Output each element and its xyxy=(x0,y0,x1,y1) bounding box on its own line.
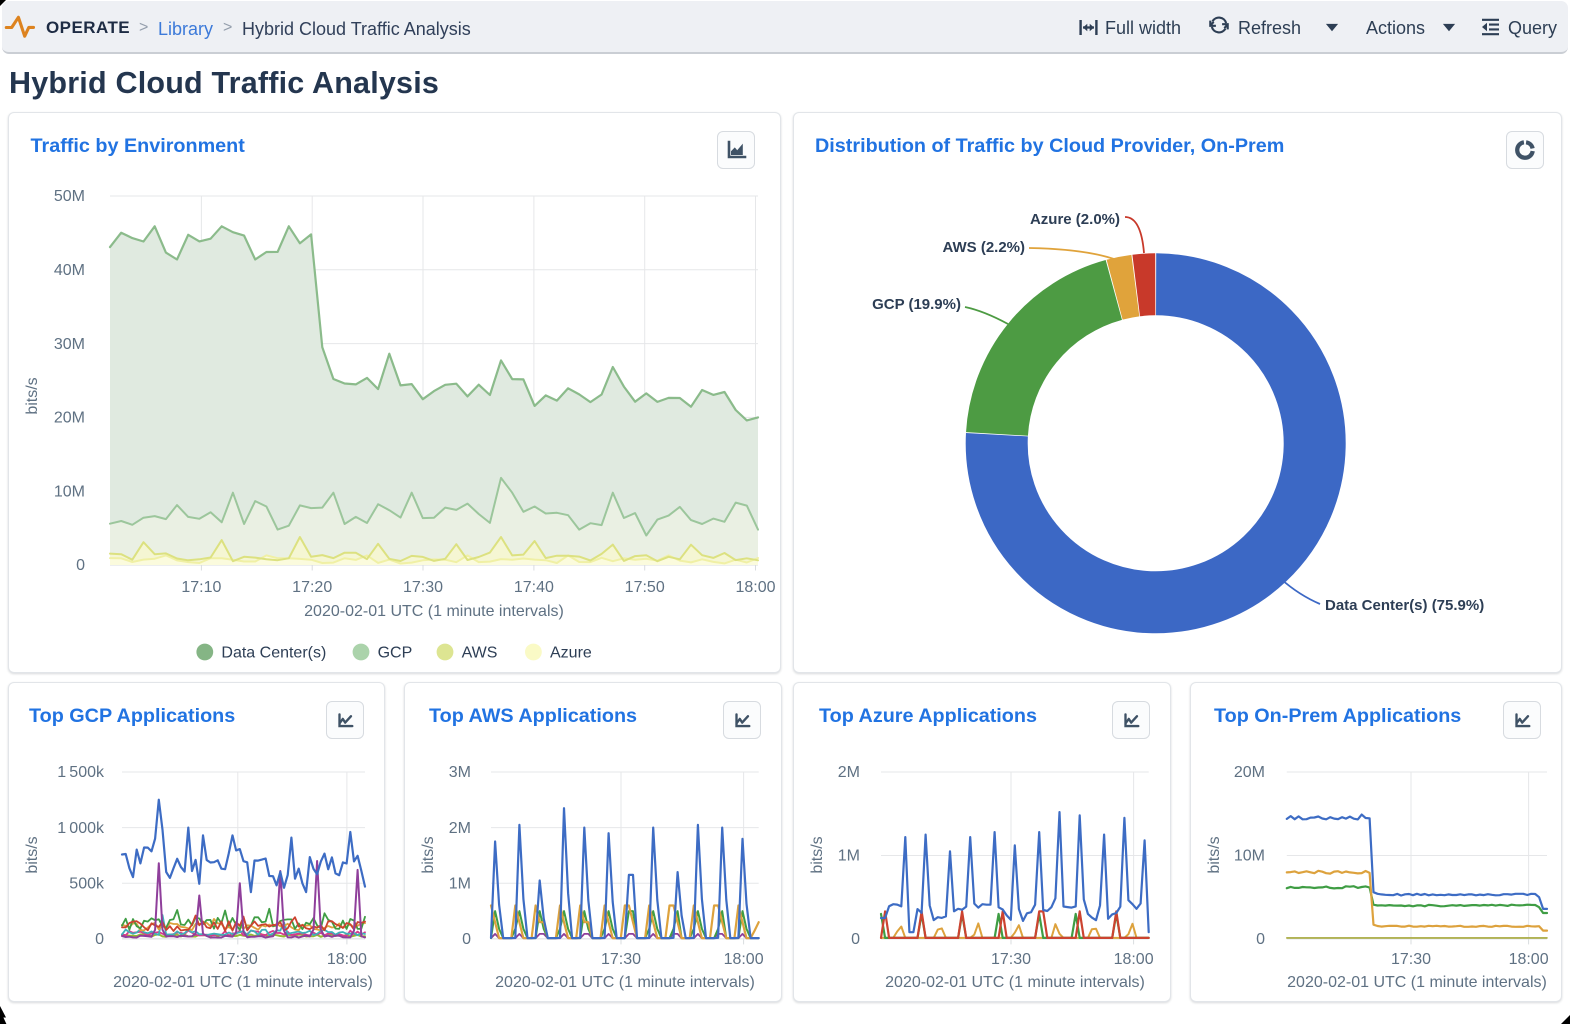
svg-text:1 000k: 1 000k xyxy=(57,820,105,837)
svg-text:30M: 30M xyxy=(54,336,85,353)
svg-text:20M: 20M xyxy=(1234,764,1265,781)
svg-text:17:30: 17:30 xyxy=(1391,951,1431,968)
svg-text:10M: 10M xyxy=(1234,848,1265,865)
svg-text:20M: 20M xyxy=(54,410,85,427)
svg-text:bits/s: bits/s xyxy=(1206,836,1223,873)
svg-text:17:30: 17:30 xyxy=(991,951,1031,968)
svg-text:2020-02-01 UTC (1 minute inter: 2020-02-01 UTC (1 minute intervals) xyxy=(1287,974,1547,991)
svg-text:2M: 2M xyxy=(449,820,471,837)
svg-text:18:00: 18:00 xyxy=(327,951,367,968)
svg-text:1M: 1M xyxy=(838,848,860,865)
svg-text:17:30: 17:30 xyxy=(403,579,443,596)
svg-text:0: 0 xyxy=(76,557,85,574)
svg-text:17:10: 17:10 xyxy=(181,579,221,596)
svg-text:0: 0 xyxy=(1256,931,1265,948)
svg-text:3M: 3M xyxy=(449,764,471,781)
svg-text:18:00: 18:00 xyxy=(1509,951,1549,968)
svg-text:2020-02-01 UTC (1 minute inter: 2020-02-01 UTC (1 minute intervals) xyxy=(495,974,755,991)
svg-text:50M: 50M xyxy=(54,188,85,205)
svg-text:Azure (2.0%): Azure (2.0%) xyxy=(1030,211,1120,228)
svg-text:Data Center(s) (75.9%): Data Center(s) (75.9%) xyxy=(1325,597,1484,614)
svg-text:2020-02-01 UTC (1 minute inter: 2020-02-01 UTC (1 minute intervals) xyxy=(304,603,564,620)
svg-text:17:20: 17:20 xyxy=(292,579,332,596)
svg-text:18:00: 18:00 xyxy=(735,579,775,596)
svg-text:500k: 500k xyxy=(69,876,105,893)
svg-text:2M: 2M xyxy=(838,764,860,781)
svg-text:17:30: 17:30 xyxy=(218,951,258,968)
svg-text:18:00: 18:00 xyxy=(724,951,764,968)
svg-text:0: 0 xyxy=(462,931,471,948)
svg-text:18:00: 18:00 xyxy=(1114,951,1154,968)
svg-text:40M: 40M xyxy=(54,262,85,279)
svg-text:1 500k: 1 500k xyxy=(57,764,105,781)
svg-text:17:50: 17:50 xyxy=(625,579,665,596)
svg-text:17:30: 17:30 xyxy=(601,951,641,968)
svg-text:2020-02-01 UTC (1 minute inter: 2020-02-01 UTC (1 minute intervals) xyxy=(113,974,373,991)
svg-text:bits/s: bits/s xyxy=(420,836,437,873)
svg-text:10M: 10M xyxy=(54,483,85,500)
svg-text:bits/s: bits/s xyxy=(809,836,826,873)
svg-text:17:40: 17:40 xyxy=(514,579,554,596)
svg-text:2020-02-01 UTC (1 minute inter: 2020-02-01 UTC (1 minute intervals) xyxy=(885,974,1145,991)
svg-text:AWS (2.2%): AWS (2.2%) xyxy=(942,239,1025,256)
svg-text:Azure: Azure xyxy=(550,645,592,662)
svg-text:bits/s: bits/s xyxy=(24,377,41,414)
svg-text:0: 0 xyxy=(95,931,104,948)
svg-text:Data Center(s): Data Center(s) xyxy=(221,645,326,662)
svg-text:bits/s: bits/s xyxy=(24,836,41,873)
svg-text:GCP: GCP xyxy=(378,645,413,662)
svg-text:GCP (19.9%): GCP (19.9%) xyxy=(872,296,961,313)
svg-text:AWS: AWS xyxy=(462,645,498,662)
svg-text:0: 0 xyxy=(851,931,860,948)
svg-text:1M: 1M xyxy=(449,876,471,893)
